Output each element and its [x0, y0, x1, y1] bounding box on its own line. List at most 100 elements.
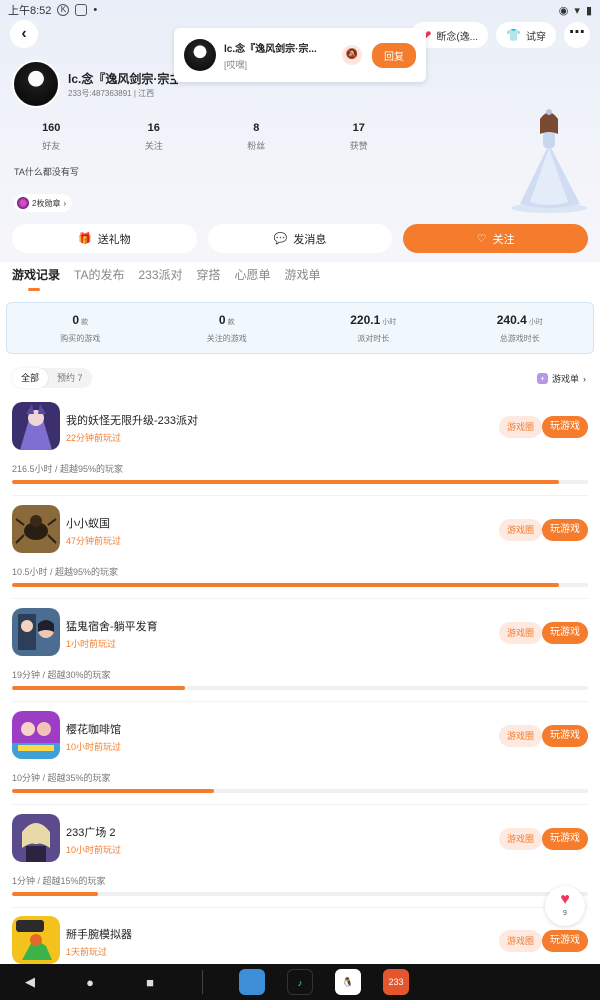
game-circle-button[interactable]: 游戏圈 — [498, 930, 542, 952]
stat-friends[interactable]: 160 好友 — [0, 122, 103, 152]
follow-heart-icon: ♡ — [476, 233, 487, 245]
game-row[interactable]: 233广场 2 10小时前玩过 游戏圈 玩游戏 1分钟 / 超越15%的玩家 — [0, 814, 600, 916]
game-last-played: 1天前玩过 — [66, 947, 108, 957]
notification-message: [哎嘿] — [224, 59, 248, 70]
medal-badge-button[interactable]: 2枚勋章 › — [14, 194, 73, 212]
tab-game-lists[interactable]: 游戏单 — [285, 266, 321, 283]
play-game-button[interactable]: 玩游戏 — [542, 416, 588, 438]
progress-fill — [12, 686, 185, 690]
divider — [12, 804, 588, 805]
gift-icon: 🎁 — [77, 233, 92, 245]
more-button[interactable]: ⋯ — [564, 22, 590, 48]
playtime-progress-bar — [12, 583, 588, 587]
profile-actions: 🎁 送礼物 💬 发消息 ♡ 关注 — [12, 224, 589, 253]
nav-recents-icon[interactable]: ■ — [120, 975, 180, 990]
user-id: 233号:487363891 | 江西 — [68, 89, 155, 98]
dock-app-233-icon[interactable]: 233 — [383, 969, 409, 995]
shirt-icon: 👕 — [506, 28, 521, 42]
game-circle-button[interactable]: 游戏圈 — [498, 519, 542, 541]
floating-like-button[interactable]: ♥ 9 — [545, 886, 585, 926]
stat-label: 粉丝 — [247, 141, 266, 151]
game-last-played: 1小时前玩过 — [66, 639, 117, 649]
message-notification[interactable]: lc.念『逸风剑宗·宗... [哎嘿] 🔕 回复 — [174, 28, 426, 82]
tab-outfits[interactable]: 穿搭 — [197, 266, 221, 283]
back-button[interactable]: ‹ — [10, 20, 38, 48]
nav-separator — [202, 970, 203, 994]
game-last-played: 10小时前玩过 — [66, 742, 122, 752]
send-gift-label: 送礼物 — [97, 233, 131, 246]
stat-fans[interactable]: 8 粉丝 — [205, 122, 308, 152]
playtime-progress-bar — [12, 480, 588, 484]
summary-unit: 小时 — [528, 319, 543, 326]
avatar-figure[interactable] — [508, 104, 590, 214]
nav-home-icon[interactable]: ● — [60, 975, 120, 990]
game-name: 猛鬼宿舍-躺平发育 — [66, 621, 158, 633]
game-icon-sakura-cafe — [12, 711, 60, 759]
game-row[interactable]: 小小蚁国 47分钟前玩过 游戏圈 玩游戏 10.5小时 / 超越95%的玩家 — [0, 505, 600, 607]
dock-app-gallery-icon[interactable] — [239, 969, 265, 995]
play-game-button[interactable]: 玩游戏 — [542, 622, 588, 644]
play-game-button[interactable]: 玩游戏 — [542, 519, 588, 541]
nav-back-icon[interactable]: ◀ — [0, 974, 60, 990]
game-row[interactable]: 我的妖怪无限升级-233派对 22分钟前玩过 游戏圈 玩游戏 216.5小时 /… — [0, 402, 600, 504]
game-summary: 0款 购买的游戏 0款 关注的游戏 220.1 小时 派对时长 240.4 小时 总… — [6, 302, 594, 354]
stat-label: 好友 — [42, 141, 61, 151]
send-message-button[interactable]: 💬 发消息 — [207, 224, 393, 253]
divider — [12, 907, 588, 908]
tab-wishlist[interactable]: 心愿单 — [235, 266, 271, 283]
profile-tabs: 游戏记录 TA的发布 233派对 穿搭 心愿单 游戏单 — [12, 266, 321, 291]
game-row[interactable]: 猛鬼宿舍-躺平发育 1小时前玩过 游戏圈 玩游戏 19分钟 / 超越30%的玩家 — [0, 608, 600, 710]
eye-icon: ◉ — [558, 4, 569, 17]
chat-icon: 💬 — [273, 233, 288, 245]
stat-number: 160 — [42, 122, 61, 134]
game-list-link[interactable]: + 游戏单 › — [536, 372, 586, 385]
profile-stats: 160 好友 16 关注 8 粉丝 17 获赞 — [0, 122, 410, 152]
summary-number: 0 — [72, 313, 80, 327]
game-circle-button[interactable]: 游戏圈 — [498, 416, 542, 438]
tab-233-party[interactable]: 233派对 — [138, 266, 182, 283]
stat-likes[interactable]: 17 获赞 — [308, 122, 411, 152]
tab-posts[interactable]: TA的发布 — [74, 266, 124, 283]
game-circle-button[interactable]: 游戏圈 — [498, 828, 542, 850]
tab-game-records[interactable]: 游戏记录 — [12, 266, 60, 291]
divider — [12, 495, 588, 496]
filter-all[interactable]: 全部 — [12, 368, 49, 388]
summary-label: 派对时长 — [357, 334, 390, 343]
play-game-button[interactable]: 玩游戏 — [542, 725, 588, 747]
stat-following[interactable]: 16 关注 — [103, 122, 206, 152]
like-pill-label: 断念(逸... — [436, 31, 479, 43]
avatar[interactable] — [12, 60, 60, 108]
game-name: 233广场 2 — [66, 827, 116, 839]
game-row[interactable]: 掰手腕模拟器 1天前玩过 游戏圈 玩游戏 — [0, 916, 600, 964]
stat-label: 获赞 — [349, 141, 368, 151]
game-row[interactable]: 樱花咖啡馆 10小时前玩过 游戏圈 玩游戏 10分钟 / 超越35%的玩家 — [0, 711, 600, 813]
mute-bell-icon[interactable]: 🔕 — [342, 45, 362, 65]
filter-reserved[interactable]: 预约 7 — [48, 368, 92, 388]
summary-label: 购买的游戏 — [60, 334, 101, 343]
user-bio: TA什么都没有写 — [14, 167, 79, 177]
play-game-button[interactable]: 玩游戏 — [542, 828, 588, 850]
send-gift-button[interactable]: 🎁 送礼物 — [12, 224, 197, 253]
app-dock: ♪ 🐧 233 — [239, 969, 409, 995]
summary-unit: 款 — [227, 319, 235, 326]
tryon-label: 试穿 — [526, 31, 546, 43]
follow-button[interactable]: ♡ 关注 — [403, 224, 589, 253]
game-playtime-stat: 19分钟 / 超越30%的玩家 — [12, 670, 111, 680]
notification-square-icon — [75, 4, 88, 16]
chevron-right-icon: › — [583, 373, 586, 384]
tryon-button[interactable]: 👕 试穿 — [496, 22, 556, 48]
summary-label: 关注的游戏 — [206, 334, 247, 343]
game-circle-button[interactable]: 游戏圈 — [498, 725, 542, 747]
dock-app-qq-icon[interactable]: 🐧 — [335, 969, 361, 995]
dock-app-tiktok-icon[interactable]: ♪ — [287, 969, 313, 995]
send-message-label: 发消息 — [293, 233, 327, 246]
game-playtime-stat: 10分钟 / 超越35%的玩家 — [12, 773, 111, 783]
reply-button[interactable]: 回复 — [372, 42, 416, 68]
game-playtime-stat: 216.5小时 / 超越95%的玩家 — [12, 464, 124, 474]
back-arrow-icon: ‹ — [21, 25, 27, 42]
user-name: lc.念『逸风剑宗·宗主夫 — [68, 72, 178, 86]
game-circle-button[interactable]: 游戏圈 — [498, 622, 542, 644]
play-game-button[interactable]: 玩游戏 — [542, 930, 588, 952]
stat-number: 17 — [352, 122, 365, 134]
game-last-played: 10小时前玩过 — [66, 845, 122, 855]
